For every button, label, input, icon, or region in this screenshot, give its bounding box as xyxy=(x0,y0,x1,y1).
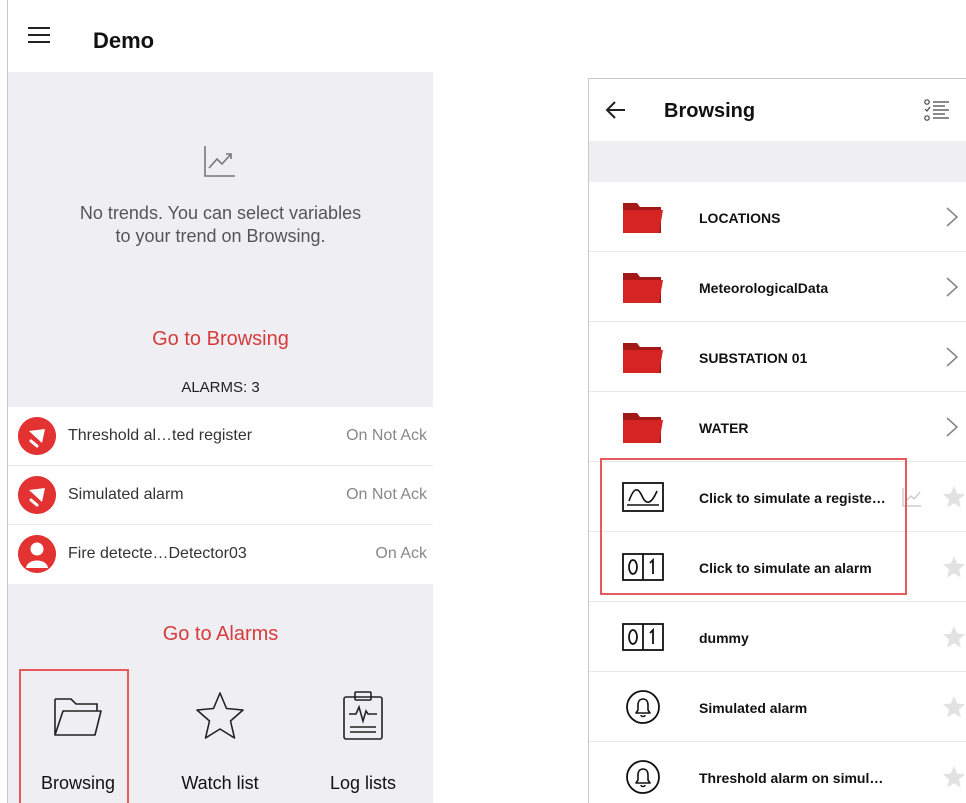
star-icon[interactable] xyxy=(941,764,966,790)
row-label: Threshold alarm on simul… xyxy=(699,770,884,786)
row-label: MeteorologicalData xyxy=(699,280,829,296)
chevron-right-icon xyxy=(946,277,959,297)
chevron-right-icon xyxy=(946,347,959,367)
left-screen: Demo No trends. You can select variables… xyxy=(0,0,440,803)
alarm-status: On Ack xyxy=(375,545,427,562)
row-label: Simulated alarm xyxy=(699,700,808,716)
register-trend-icon xyxy=(622,482,664,512)
chevron-right-icon xyxy=(946,417,959,437)
bell-slash-icon xyxy=(18,476,56,514)
bell-circle-icon xyxy=(626,760,660,794)
row-label: WATER xyxy=(699,420,749,436)
browse-variable-row[interactable]: Click to simulate a registe… xyxy=(589,462,966,532)
browse-alarm-row[interactable]: Threshold alarm on simul… xyxy=(589,742,966,803)
binary-01-icon xyxy=(622,553,664,581)
bell-slash-icon xyxy=(18,417,56,455)
chevron-right-icon xyxy=(946,207,959,227)
alarms-count: ALARMS: 3 xyxy=(181,379,260,396)
browse-variable-row[interactable]: dummy xyxy=(589,602,966,672)
star-icon[interactable] xyxy=(941,554,966,580)
nav-label: Log lists xyxy=(329,773,397,793)
row-label: Click to simulate a registe… xyxy=(699,490,886,506)
hamburger-menu-icon[interactable] xyxy=(28,27,50,43)
browse-folder-row[interactable]: LOCATIONS xyxy=(589,182,966,252)
list-filter-icon[interactable] xyxy=(923,97,951,125)
alarm-name: Fire detecte…Detector03 xyxy=(68,545,247,562)
browse-alarm-row[interactable]: Simulated alarm xyxy=(589,672,966,742)
no-trends-line-1: No trends. You can select variables xyxy=(79,203,362,223)
page-title: Browsing xyxy=(664,100,756,122)
user-icon xyxy=(18,535,56,573)
alarm-row[interactable]: Threshold al…ted register On Not Ack xyxy=(8,407,433,466)
browse-folder-row[interactable]: MeteorologicalData xyxy=(589,252,966,322)
no-trends-line-2: to your trend on Browsing. xyxy=(115,226,326,246)
browse-variable-row[interactable]: Click to simulate an alarm xyxy=(589,532,966,602)
binary-01-icon xyxy=(622,623,664,651)
nav-browsing[interactable]: Browsing xyxy=(23,669,133,803)
app-title: Demo xyxy=(93,28,155,53)
star-icon[interactable] xyxy=(941,694,966,720)
back-arrow-icon[interactable] xyxy=(605,99,627,121)
row-label: LOCATIONS xyxy=(699,210,781,226)
alarm-name: Simulated alarm xyxy=(68,486,184,503)
folder-icon xyxy=(54,698,102,736)
star-icon xyxy=(196,692,244,739)
folder-icon xyxy=(623,273,663,303)
star-icon[interactable] xyxy=(941,484,966,510)
app-bar: Demo xyxy=(8,0,440,72)
trend-chart-icon xyxy=(204,146,235,177)
alarm-status: On Not Ack xyxy=(346,486,427,503)
nav-label: Browsing xyxy=(40,773,116,793)
row-label: Click to simulate an alarm xyxy=(699,560,872,576)
gray-band xyxy=(589,141,966,182)
home-content: No trends. You can select variables to y… xyxy=(8,72,433,803)
right-screen: Browsing LOCATIONS MeteorologicalData SU… xyxy=(588,78,966,803)
row-label: dummy xyxy=(699,630,749,646)
folder-icon xyxy=(623,413,663,443)
go-to-alarms-link[interactable]: Go to Alarms xyxy=(8,623,433,646)
browse-folder-row[interactable]: SUBSTATION 01 xyxy=(589,322,966,392)
go-to-browsing-link[interactable]: Go to Browsing xyxy=(8,328,433,351)
browse-list: LOCATIONS MeteorologicalData SUBSTATION … xyxy=(589,182,966,803)
alarm-list: Threshold al…ted register On Not Ack Sim… xyxy=(8,407,433,584)
bell-circle-icon xyxy=(626,690,660,724)
folder-icon xyxy=(623,343,663,373)
alarm-row[interactable]: Fire detecte…Detector03 On Ack xyxy=(8,525,433,584)
nav-label: Watch list xyxy=(181,773,259,793)
nav-log-lists[interactable]: Log lists xyxy=(308,669,418,803)
star-icon[interactable] xyxy=(941,624,966,650)
browsing-app-bar: Browsing xyxy=(589,79,966,141)
clipboard-pulse-icon xyxy=(343,691,383,740)
row-label: SUBSTATION 01 xyxy=(699,350,808,366)
alarm-row[interactable]: Simulated alarm On Not Ack xyxy=(8,466,433,525)
nav-watch-list[interactable]: Watch list xyxy=(165,669,275,803)
browse-folder-row[interactable]: WATER xyxy=(589,392,966,462)
alarm-name: Threshold al…ted register xyxy=(68,427,253,444)
trend-icon[interactable] xyxy=(901,486,923,508)
folder-icon xyxy=(623,203,663,233)
alarm-status: On Not Ack xyxy=(346,427,427,444)
no-trends-message: No trends. You can select variables to y… xyxy=(8,202,433,248)
